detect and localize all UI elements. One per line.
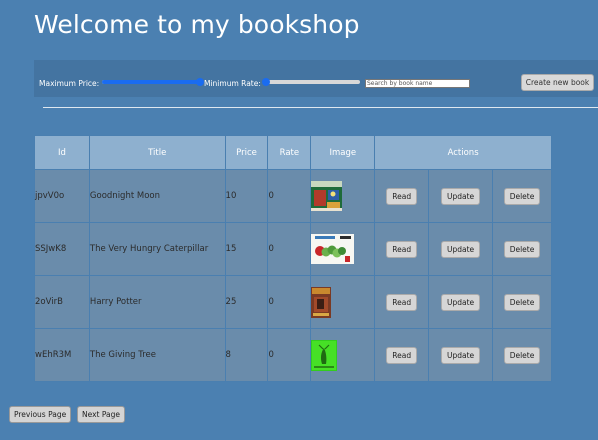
cell-id: wEhR3M <box>34 328 90 382</box>
update-button[interactable]: Update <box>441 187 481 205</box>
cell-rate: 0 <box>267 222 312 276</box>
filter-bar: Maximum Price: Minimum Rate: Create new … <box>34 60 598 97</box>
update-button[interactable]: Update <box>441 293 481 311</box>
read-button[interactable]: Read <box>386 187 418 205</box>
cell-image <box>310 275 376 329</box>
cell-title: The Giving Tree <box>88 328 226 382</box>
cell-price: 10 <box>224 169 269 223</box>
create-book-button[interactable]: Create new book <box>521 74 594 91</box>
min-rate-slider-thumb[interactable] <box>262 78 270 86</box>
cell-title: Harry Potter <box>88 275 226 329</box>
read-button[interactable]: Read <box>386 346 418 364</box>
cell-title: The Very Hungry Caterpillar <box>88 222 226 276</box>
min-rate-label: Minimum Rate: <box>204 79 261 88</box>
column-header-actions: Actions <box>374 135 552 170</box>
search-input[interactable] <box>365 79 470 88</box>
next-page-button[interactable]: Next Page <box>77 406 126 423</box>
max-price-slider-thumb[interactable] <box>196 78 204 86</box>
update-button[interactable]: Update <box>441 240 481 258</box>
max-price-slider-fill <box>102 80 200 84</box>
harry-potter-cover-image <box>311 286 332 318</box>
read-button[interactable]: Read <box>386 240 418 258</box>
giving-tree-cover-image <box>311 339 338 371</box>
cell-image <box>310 169 376 223</box>
table-header-row: Id Title Price Rate Image Actions <box>34 135 552 170</box>
goodnight-moon-cover-image <box>311 181 343 211</box>
divider <box>43 107 598 108</box>
cell-id: SSJwK8 <box>34 222 90 276</box>
cell-image <box>310 222 376 276</box>
max-price-label: Maximum Price: <box>39 79 100 88</box>
table-row: jpvV0o Goodnight Moon 10 0 Read Update D… <box>34 169 552 223</box>
cell-id: jpvV0o <box>34 169 90 223</box>
cell-rate: 0 <box>267 169 312 223</box>
column-header-id: Id <box>34 135 90 170</box>
table-row: SSJwK8 The Very Hungry Caterpillar 15 0 … <box>34 222 552 276</box>
delete-button[interactable]: Delete <box>503 293 541 311</box>
column-header-rate: Rate <box>267 135 312 170</box>
max-price-slider[interactable] <box>102 78 204 86</box>
column-header-image: Image <box>310 135 376 170</box>
table-row: 2oVirB Harry Potter 25 0 Read Update Del… <box>34 275 552 329</box>
column-header-title: Title <box>88 135 226 170</box>
cell-title: Goodnight Moon <box>88 169 226 223</box>
cell-price: 25 <box>224 275 269 329</box>
table-row: wEhR3M The Giving Tree 8 0 Read Update D… <box>34 328 552 382</box>
delete-button[interactable]: Delete <box>503 346 541 364</box>
cell-rate: 0 <box>267 328 312 382</box>
cell-rate: 0 <box>267 275 312 329</box>
page-title: Welcome to my bookshop <box>34 10 360 39</box>
column-header-price: Price <box>224 135 269 170</box>
previous-page-button[interactable]: Previous Page <box>9 406 72 423</box>
delete-button[interactable]: Delete <box>503 187 541 205</box>
read-button[interactable]: Read <box>386 293 418 311</box>
books-table: Id Title Price Rate Image Actions jpvV0o… <box>34 135 552 382</box>
cell-id: 2oVirB <box>34 275 90 329</box>
cell-price: 8 <box>224 328 269 382</box>
hungry-caterpillar-cover-image <box>311 234 355 264</box>
update-button[interactable]: Update <box>441 346 481 364</box>
cell-price: 15 <box>224 222 269 276</box>
delete-button[interactable]: Delete <box>503 240 541 258</box>
min-rate-slider[interactable] <box>262 78 360 86</box>
cell-image <box>310 328 376 382</box>
